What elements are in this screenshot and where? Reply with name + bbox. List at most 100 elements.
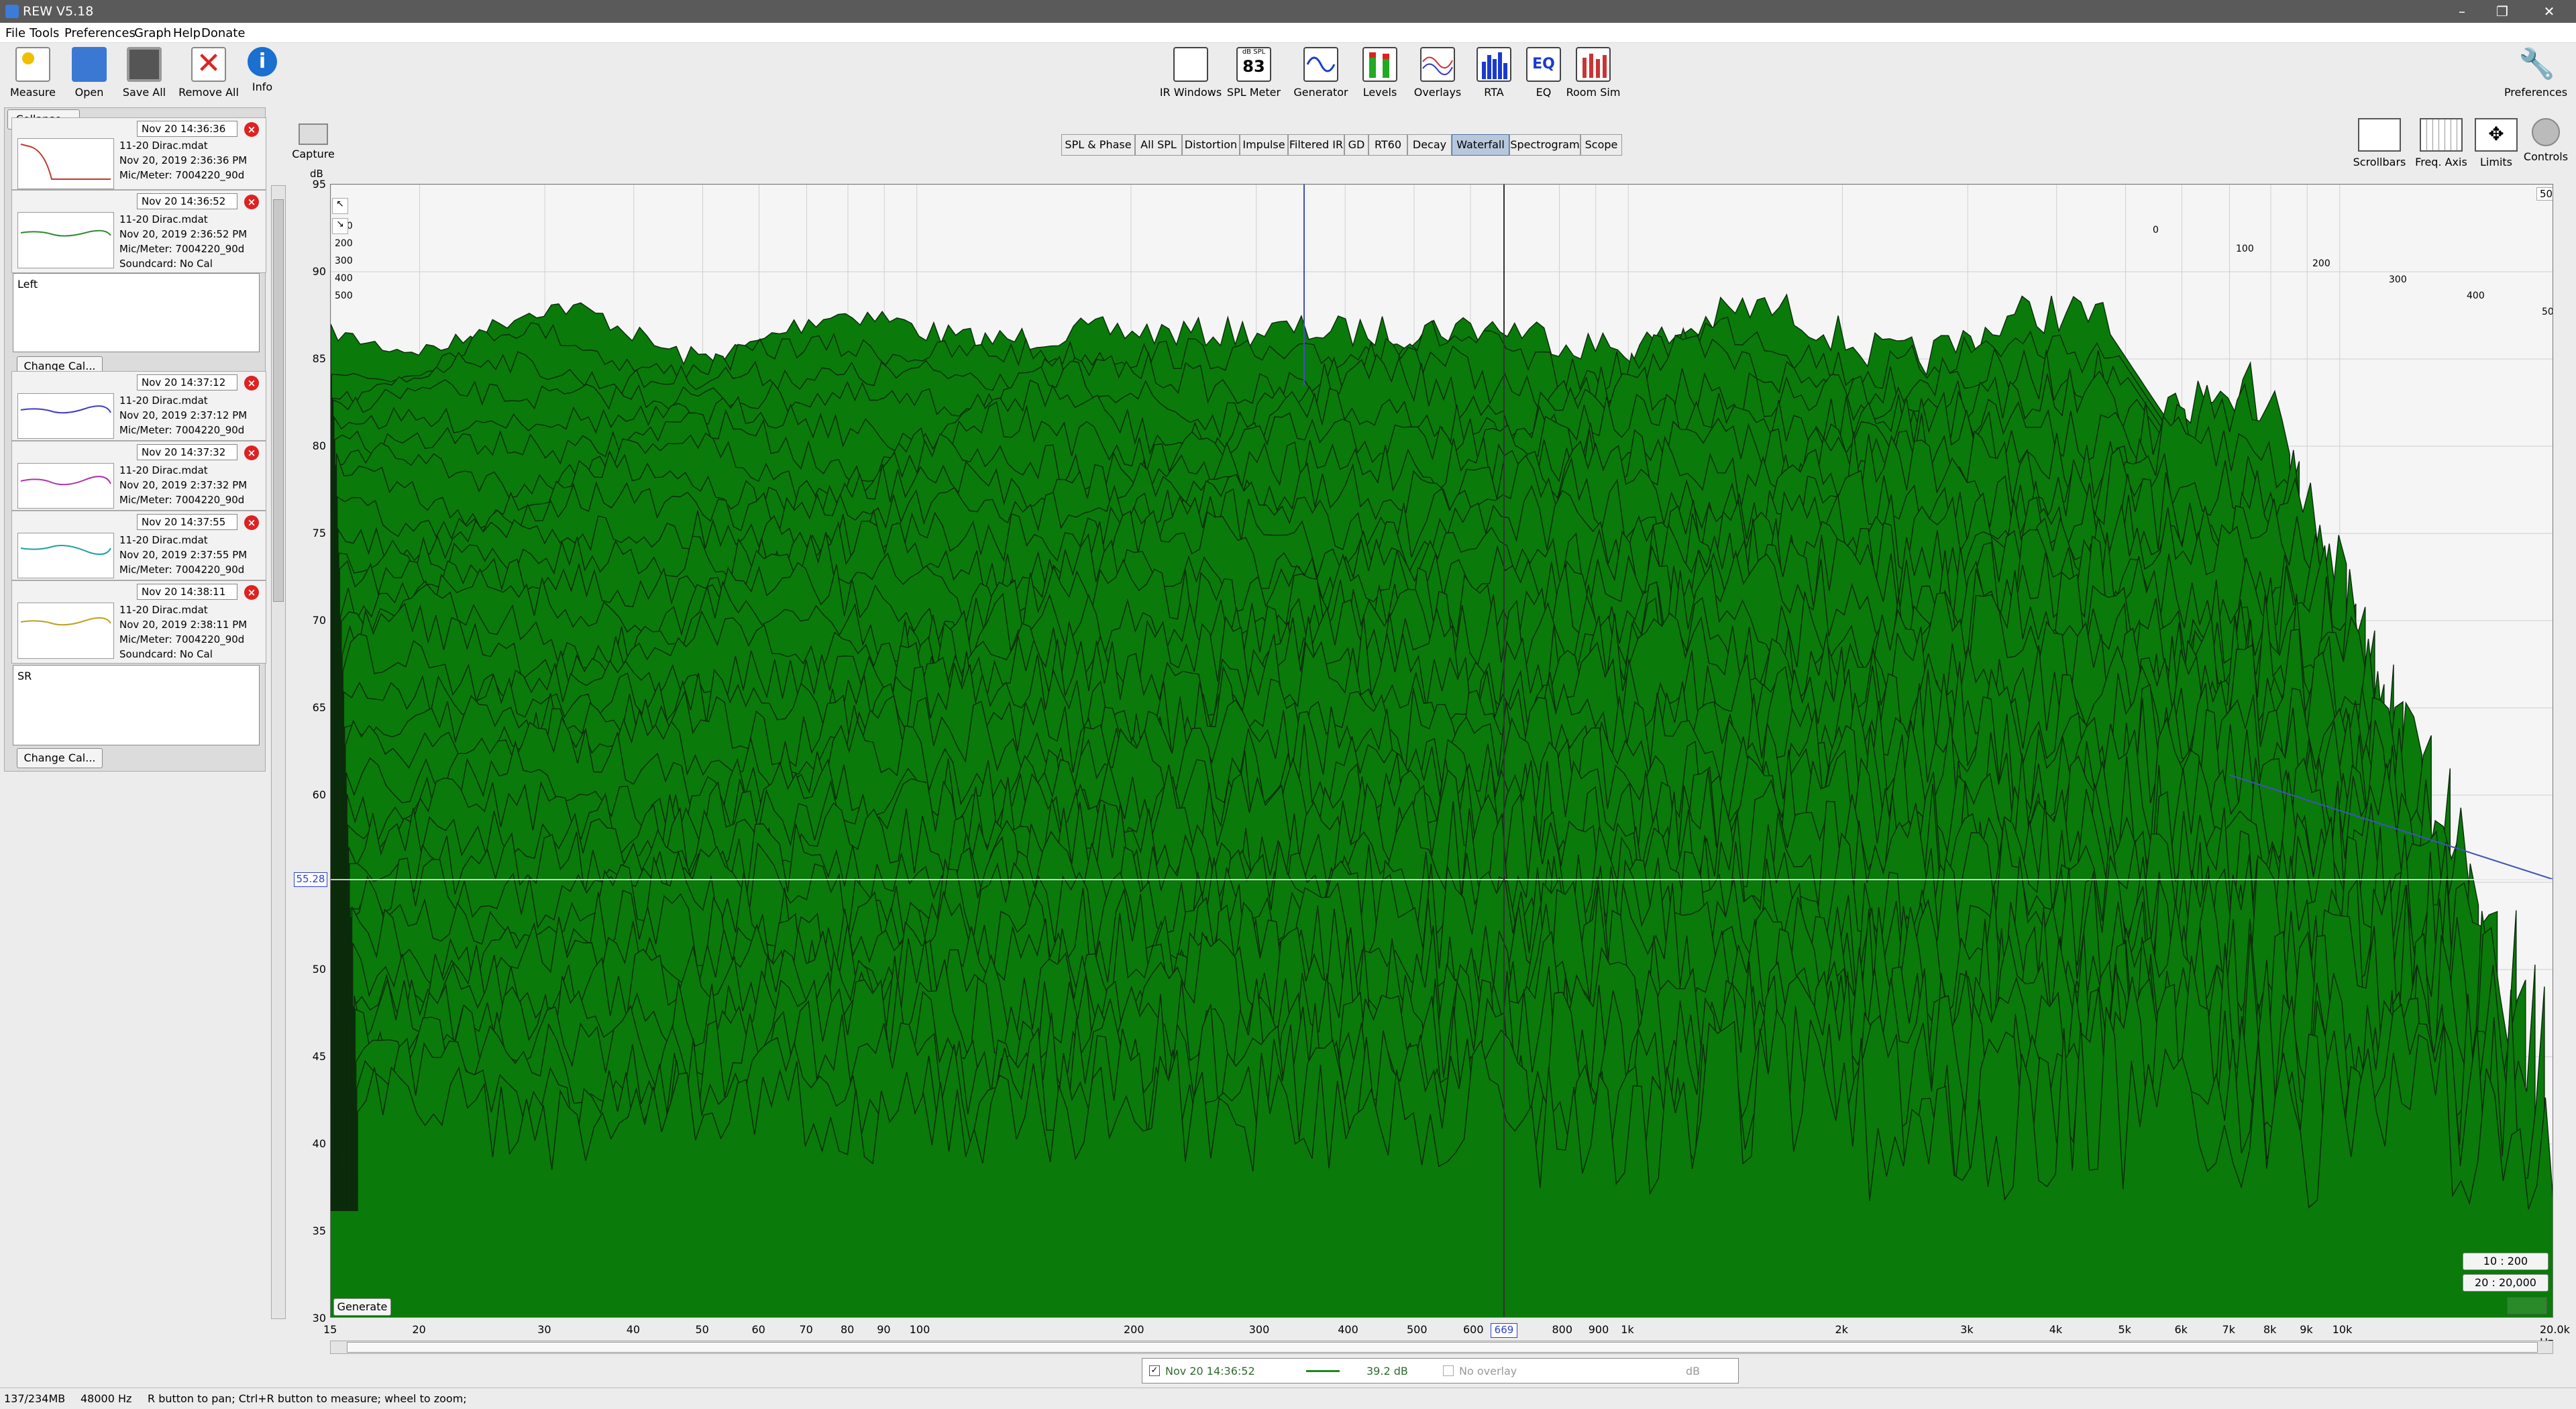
remove-measurement-icon[interactable]: × (244, 122, 259, 137)
y-tick-label: 65 (312, 701, 326, 714)
remove-measurement-icon[interactable]: × (244, 195, 259, 209)
scrollbars-button[interactable]: Scrollbars (2349, 118, 2410, 168)
measurement-item[interactable]: Nov 20 14:36:36 × 11-20 Dirac.mdat Nov 2… (11, 117, 266, 190)
tab-distortion[interactable]: Distortion (1182, 134, 1240, 156)
measurement-name-field[interactable]: Nov 20 14:36:52 (137, 193, 237, 209)
time-tick-label: 400 (2467, 291, 2485, 301)
time-tick-label: 300 (335, 256, 353, 266)
menu-bar: File Tools Preferences Graph Help Donate (0, 23, 2576, 43)
tab-impulse[interactable]: Impulse (1240, 134, 1288, 156)
title-bar: REW V5.18 – ❐ ✕ (0, 0, 2576, 23)
measurement-thumbnail (17, 393, 114, 439)
open-folder-icon (72, 47, 107, 82)
info-button[interactable]: i Info (225, 47, 299, 105)
legend-checkbox[interactable]: ✓ (1149, 1365, 1160, 1376)
save-all-button[interactable]: Save All (107, 47, 181, 105)
x-tick-label: 20 (412, 1323, 426, 1336)
tab-rt60[interactable]: RT60 (1368, 134, 1407, 156)
tab-gd[interactable]: GD (1344, 134, 1368, 156)
room-sim-icon (1576, 47, 1611, 82)
tab-filtered-ir[interactable]: Filtered IR (1288, 134, 1344, 156)
menu-file[interactable]: File (5, 26, 25, 40)
tab-scope[interactable]: Scope (1580, 134, 1622, 156)
notes-field[interactable]: SR (13, 665, 260, 745)
measurement-item[interactable]: Nov 20 14:37:32 × 11-20 Dirac.mdat Nov 2… (11, 441, 266, 511)
remove-measurement-icon[interactable]: × (244, 446, 259, 460)
controls-button[interactable]: Controls (2517, 118, 2575, 163)
menu-tools[interactable]: Tools (30, 26, 59, 40)
maximize-button[interactable]: ❐ (2482, 0, 2522, 23)
measurement-item[interactable]: Nov 20 14:36:52 × 11-20 Dirac.mdat Nov 2… (11, 190, 266, 273)
preferences-button[interactable]: 🔧 Preferences (2496, 47, 2576, 105)
time-tick-label: 100 (2236, 244, 2254, 254)
y-tick-label: 70 (312, 614, 326, 627)
x-tick-label: 300 (1248, 1323, 1270, 1336)
measurement-thumbnail (17, 533, 114, 578)
x-tick-label: 3k (1960, 1323, 1974, 1336)
tab-spectrogram[interactable]: Spectrogram (1509, 134, 1580, 156)
time-axis-label: 500ms (2536, 187, 2553, 201)
capture-button[interactable]: Capture (290, 123, 337, 160)
room-sim-button[interactable]: Room Sim (1556, 47, 1630, 105)
overlay-checkbox[interactable] (1443, 1365, 1454, 1376)
tab-spl-phase[interactable]: SPL & Phase (1061, 134, 1135, 156)
panel-scrollbar[interactable] (271, 185, 286, 1319)
close-button[interactable]: ✕ (2529, 0, 2569, 23)
x-tick-label: 2k (1835, 1323, 1848, 1336)
x-tick-label: 70 (799, 1323, 813, 1336)
cursor-horizontal-line (331, 879, 2553, 880)
x-tick-label: 30 (537, 1323, 551, 1336)
memory-usage: 137/234MB (4, 1392, 66, 1405)
measurement-name-field[interactable]: Nov 20 14:37:55 (137, 514, 237, 530)
spl-meter-button[interactable]: dB SPL 83 SPL Meter (1217, 47, 1291, 105)
x-tick-label: 600 (1462, 1323, 1484, 1336)
tab-all-spl[interactable]: All SPL (1135, 134, 1182, 156)
measure-icon (15, 47, 50, 82)
tab-decay[interactable]: Decay (1407, 134, 1452, 156)
measurement-item[interactable]: Nov 20 14:37:12 × 11-20 Dirac.mdat Nov 2… (11, 371, 266, 441)
waterfall-graph[interactable]: 00100100200200300300400400500500 500ms ↖… (330, 184, 2553, 1318)
x-tick-label: 50 (695, 1323, 709, 1336)
save-all-icon (127, 47, 162, 82)
generate-button[interactable]: Generate (333, 1298, 391, 1316)
remove-measurement-icon[interactable]: × (244, 585, 259, 600)
menu-help[interactable]: Help (173, 26, 201, 40)
x-tick-label: 40 (626, 1323, 641, 1336)
menu-graph[interactable]: Graph (134, 26, 171, 40)
measurement-thumbnail (17, 463, 114, 509)
freq-range-field[interactable]: 20 : 20,000 (2463, 1274, 2548, 1292)
controls-icon (2532, 118, 2560, 146)
menu-donate[interactable]: Donate (201, 26, 245, 40)
measurement-name-field[interactable]: Nov 20 14:37:12 (137, 374, 237, 390)
measurement-name-field[interactable]: Nov 20 14:36:36 (137, 121, 237, 137)
spl-meter-icon: dB SPL 83 (1236, 47, 1271, 82)
y-tick-label: 35 (312, 1224, 326, 1237)
notes-field[interactable]: Left (13, 273, 260, 352)
zoom-in-icon[interactable]: ↖ (332, 198, 348, 214)
time-range-field[interactable]: 10 : 200 (2463, 1253, 2548, 1270)
y-tick-label: 60 (312, 788, 326, 801)
scrollbar-thumb[interactable] (273, 199, 284, 602)
legend-line-swatch (1306, 1370, 1340, 1372)
graph-horizontal-scrollbar[interactable] (330, 1341, 2553, 1354)
view-rotate-controls[interactable] (2507, 1297, 2547, 1314)
x-tick-label: 10k (2332, 1323, 2353, 1336)
measurement-item[interactable]: Nov 20 14:37:55 × 11-20 Dirac.mdat Nov 2… (11, 511, 266, 580)
measurement-name-field[interactable]: Nov 20 14:38:11 (137, 584, 237, 600)
remove-measurement-icon[interactable]: × (244, 376, 259, 390)
scrollbar-thumb[interactable] (347, 1342, 2538, 1353)
legend-measurement-name: Nov 20 14:36:52 (1165, 1365, 1255, 1377)
menu-preferences[interactable]: Preferences (64, 26, 136, 40)
measurement-thumbnail (17, 138, 114, 189)
freq-axis-button[interactable]: Freq. Axis (2411, 118, 2471, 168)
zoom-out-icon[interactable]: ↘ (332, 218, 348, 234)
y-tick-label: 80 (312, 439, 326, 452)
minimize-button[interactable]: – (2442, 0, 2482, 23)
measurement-name-field[interactable]: Nov 20 14:37:32 (137, 444, 237, 460)
measurement-item[interactable]: Nov 20 14:38:11 × 11-20 Dirac.mdat Nov 2… (11, 580, 266, 664)
x-tick-label: 15 (323, 1323, 337, 1336)
remove-measurement-icon[interactable]: × (244, 515, 259, 530)
window-title: REW V5.18 (23, 4, 94, 19)
change-cal-button[interactable]: Change Cal... (17, 748, 103, 768)
tab-waterfall[interactable]: Waterfall (1452, 134, 1509, 156)
